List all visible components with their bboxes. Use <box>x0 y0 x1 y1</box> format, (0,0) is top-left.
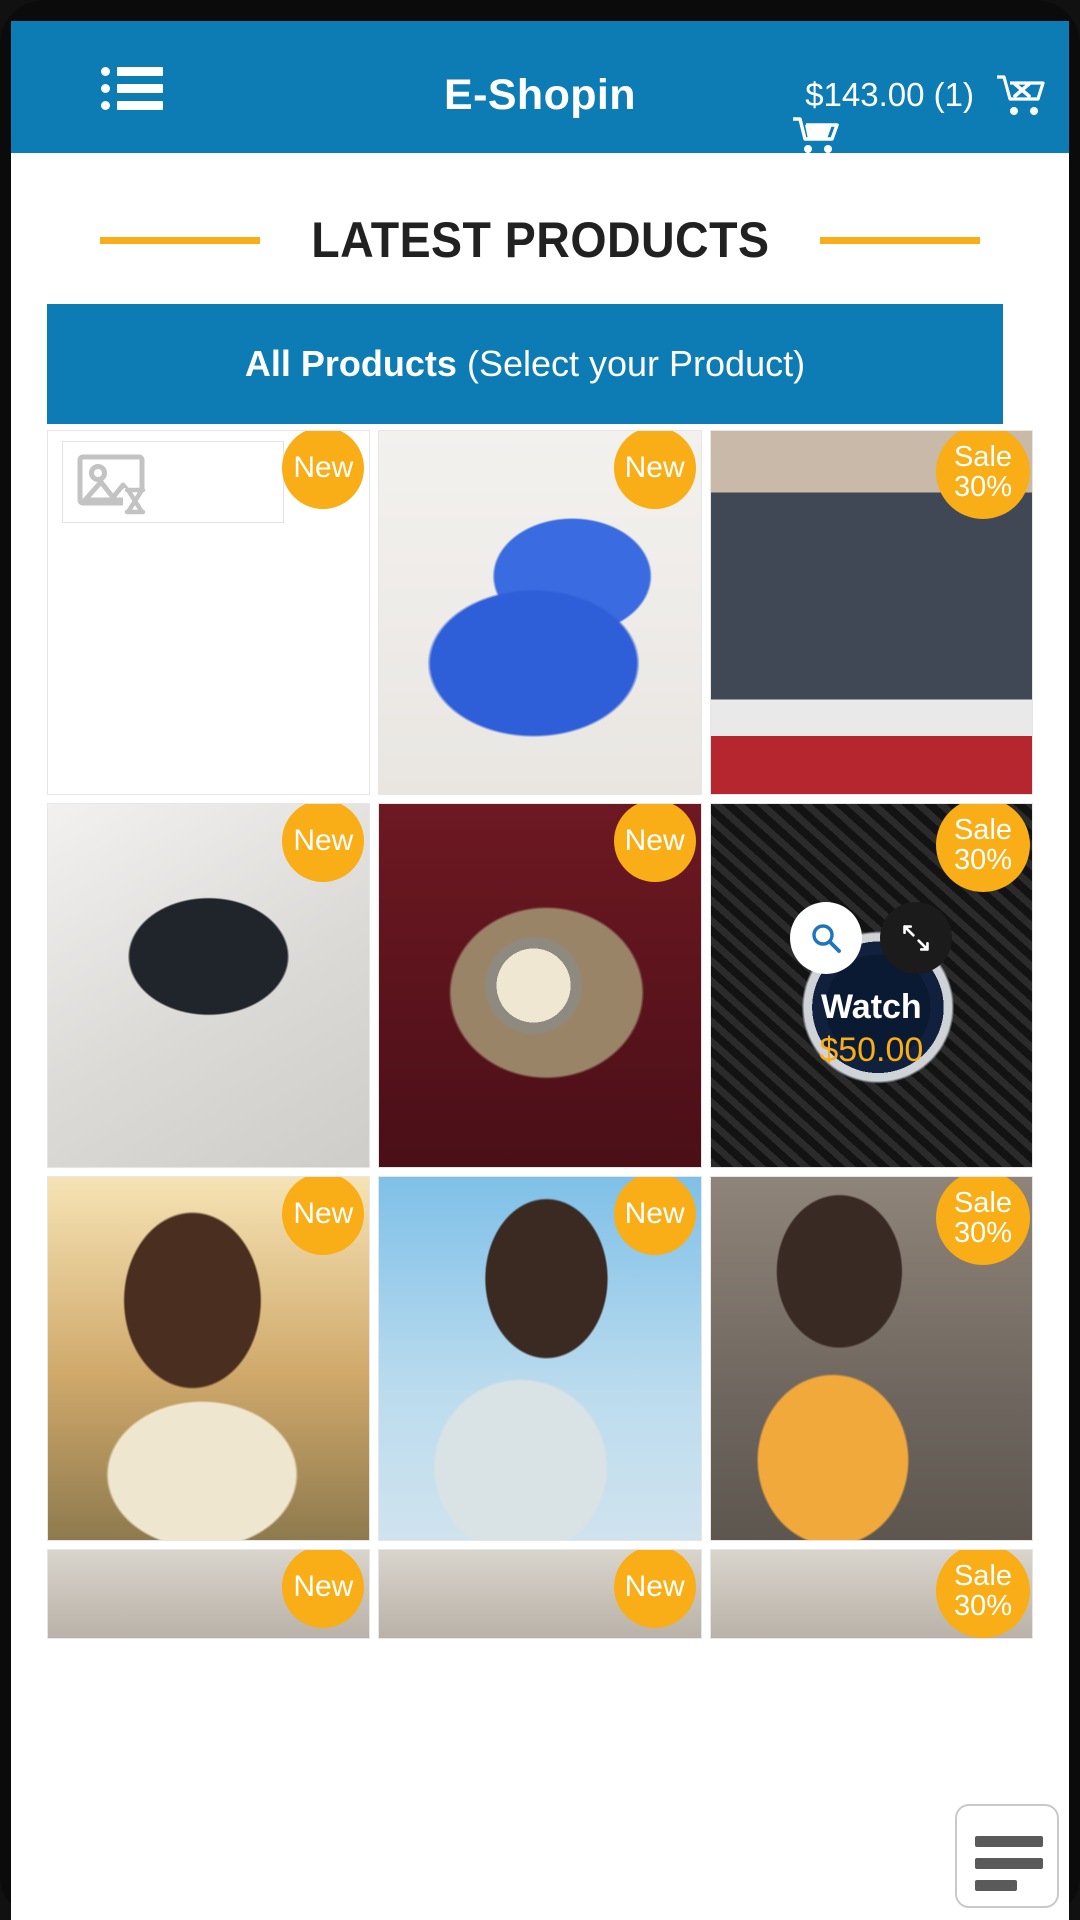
app-header: E-Shopin $143.00 (1) <box>11 21 1069 153</box>
badge-label: New <box>624 824 685 858</box>
app-screen: E-Shopin $143.00 (1) LATEST PRODUCTS All… <box>11 21 1069 1920</box>
product-card-sunglasses-model-3[interactable]: Sale 30% <box>709 1176 1033 1541</box>
section-heading: LATEST PRODUCTS <box>11 211 1069 269</box>
badge-new[interactable]: New <box>613 1177 696 1255</box>
product-card-sunglasses-model-2[interactable]: New <box>378 1176 702 1541</box>
product-grid: New New Sale 30% New New Watch $50.00 Sa… <box>47 430 1033 1639</box>
image-placeholder-box <box>62 441 284 523</box>
badge-label-line1: Sale <box>953 440 1013 473</box>
page-title: LATEST PRODUCTS <box>310 212 770 268</box>
magnifier-icon[interactable] <box>790 901 863 974</box>
badge-label-line2: 30% <box>953 471 1013 503</box>
badge-label-line2: 30% <box>953 844 1013 876</box>
shopping-cart-icon[interactable] <box>791 116 839 156</box>
image-loading-icon <box>77 454 153 521</box>
product-card-placeholder-product[interactable]: New <box>47 430 371 795</box>
product-filter-text: All Products (Select your Product) <box>245 343 805 385</box>
badge-label: New <box>293 1197 354 1231</box>
badge-label-line1: Sale <box>953 813 1013 846</box>
badge-label-line1: Sale <box>953 1186 1013 1219</box>
badge-label: New <box>293 451 354 485</box>
badge-new[interactable]: New <box>282 431 365 509</box>
cart-item-count: (1) <box>933 76 974 113</box>
badge-new[interactable]: New <box>613 431 696 509</box>
badge-label: New <box>624 1197 685 1231</box>
product-filter-bar[interactable]: All Products (Select your Product) <box>47 304 1003 424</box>
badge-label-line2: 30% <box>953 1217 1013 1249</box>
product-card-fossil-leather-watch[interactable]: New <box>378 803 702 1168</box>
badge-label: New <box>624 1570 685 1604</box>
badge-label-line2: 30% <box>953 1590 1013 1622</box>
product-card-next-product-2[interactable]: New <box>378 1549 702 1639</box>
overlay-product-name: Watch <box>820 987 922 1026</box>
badge-label: New <box>293 824 354 858</box>
product-card-blue-suede-pumps[interactable]: New <box>378 430 702 795</box>
heading-rule-left <box>99 236 260 244</box>
badge-label: New <box>293 1570 354 1604</box>
product-card-samsung-smartwatch[interactable]: New <box>47 803 371 1168</box>
cart-remove-icon[interactable] <box>995 73 1047 119</box>
badge-new[interactable]: New <box>613 804 696 882</box>
expand-arrows-icon[interactable] <box>880 901 953 974</box>
overlay-product-price: $50.00 <box>819 1030 924 1069</box>
product-card-sunglasses-model-1[interactable]: New <box>47 1176 371 1541</box>
phone-device: E-Shopin $143.00 (1) LATEST PRODUCTS All… <box>0 0 1080 1920</box>
menu-lines-icon[interactable] <box>955 1804 1059 1908</box>
heading-rule-right <box>820 236 981 244</box>
product-filter-hint: (Select your Product) <box>466 343 806 384</box>
cart-summary[interactable]: $143.00 (1) <box>805 76 974 114</box>
badge-label-line1: Sale <box>953 1559 1013 1592</box>
product-card-dive-watch[interactable]: Watch $50.00 Sale 30% <box>709 803 1033 1168</box>
product-card-next-product-3[interactable]: Sale 30% <box>709 1549 1033 1639</box>
product-filter-label: All Products <box>244 343 457 384</box>
badge-label: New <box>624 451 685 485</box>
badge-new[interactable]: New <box>613 1550 696 1628</box>
cart-total: $143.00 <box>805 76 925 113</box>
product-card-grey-sneakers[interactable]: Sale 30% <box>709 430 1033 795</box>
product-card-next-product-1[interactable]: New <box>47 1549 371 1639</box>
overlay-actions <box>790 901 953 974</box>
